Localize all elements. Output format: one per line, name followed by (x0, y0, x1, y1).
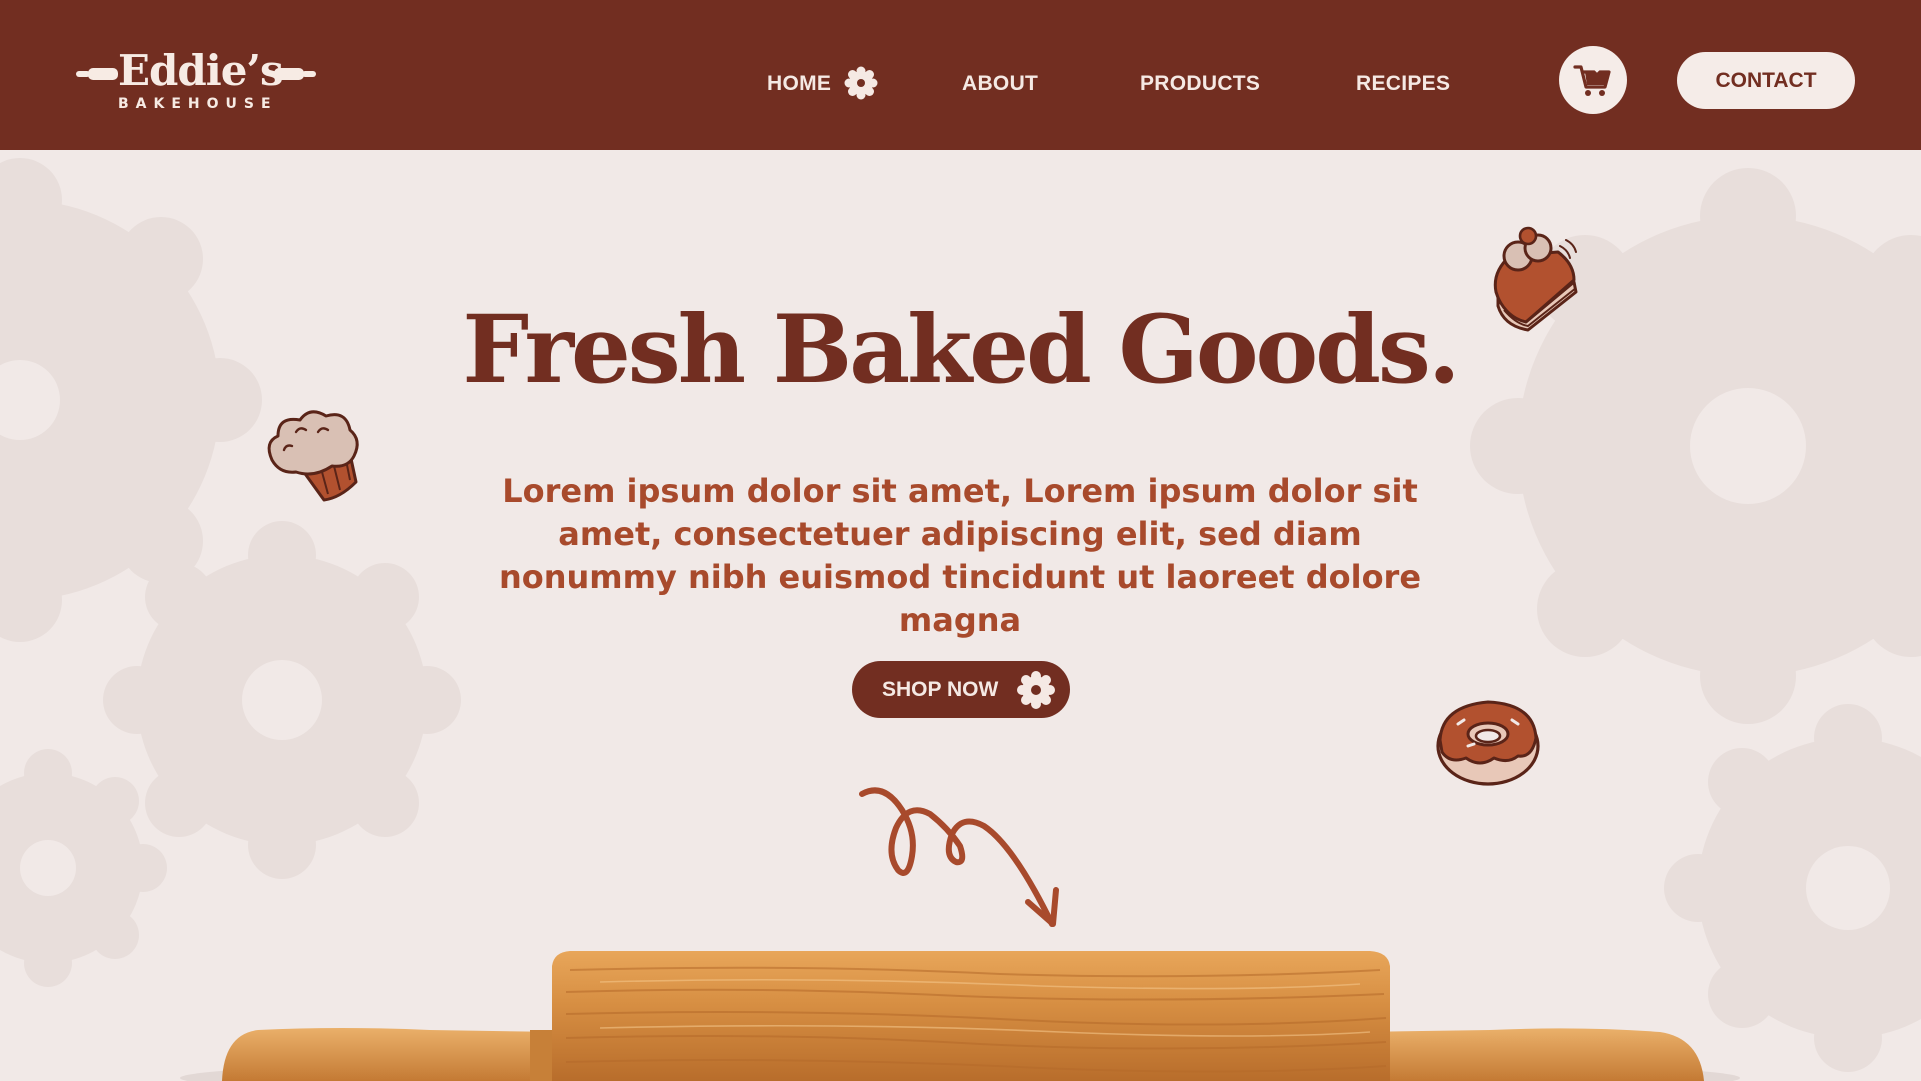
donut-icon (1436, 700, 1540, 786)
arrow-icon (859, 787, 1059, 927)
contact-button[interactable]: CONTACT (1677, 52, 1855, 109)
flower-icon (1017, 671, 1055, 709)
cart-button[interactable] (1559, 46, 1627, 114)
cake-icon (1493, 226, 1578, 332)
brand-logo[interactable]: Eddie’s BAKEHOUSE (76, 46, 316, 116)
nav-about[interactable]: ABOUT (962, 72, 1038, 96)
nav-home[interactable]: HOME (767, 72, 831, 96)
shop-now-label: SHOP NOW (882, 678, 999, 701)
rolling-pin-right-icon (274, 68, 316, 80)
muffin-icon (267, 410, 359, 502)
flower-icon (844, 66, 878, 100)
brand-tagline: BAKEHOUSE (118, 96, 278, 112)
brand-name: Eddie’s (118, 46, 284, 95)
rolling-pin-left-icon (76, 68, 118, 80)
hero-description: Lorem ipsum dolor sit amet, Lorem ipsum … (498, 472, 1422, 639)
shop-now-button[interactable]: SHOP NOW (852, 661, 1070, 718)
top-navigation-bar: Eddie’s BAKEHOUSE HOME ABOUT PRODUCTS RE… (0, 0, 1921, 150)
cart-icon (1573, 60, 1611, 96)
rolling-pin-icon (180, 951, 1740, 1081)
nav-products[interactable]: PRODUCTS (1140, 72, 1260, 96)
nav-recipes[interactable]: RECIPES (1356, 72, 1450, 96)
hero-headline: Fresh Baked Goods. (462, 295, 1460, 405)
